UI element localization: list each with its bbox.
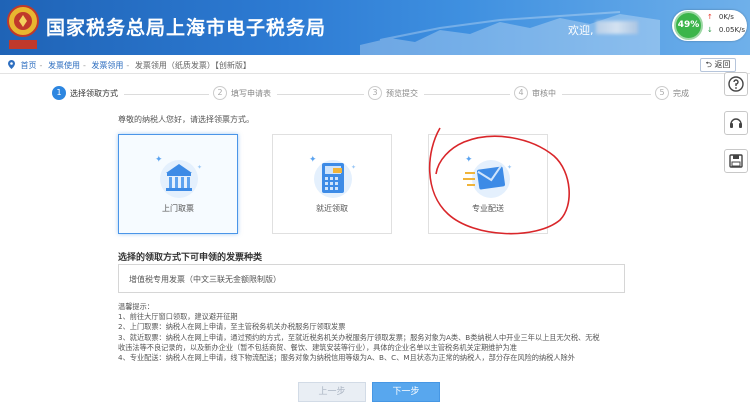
back-button-label: 返回 xyxy=(714,60,731,69)
headset-icon xyxy=(730,118,742,128)
download-speed-value: 0.05K/s xyxy=(718,26,746,34)
step-1: 1 选择领取方式 xyxy=(48,86,124,104)
method-card-nearby[interactable]: ✦ ✦ 就近领取 xyxy=(272,134,392,234)
step-3: 3 预览提交 xyxy=(364,86,424,104)
step-5: 5 完成 xyxy=(651,86,695,104)
save-button[interactable] xyxy=(724,149,748,173)
blurred-username xyxy=(596,21,638,34)
tip-line: 2、上门取票：纳税人在网上申请，至主管税务机关办税服务厅领取发票 xyxy=(118,322,346,332)
invoice-machine-icon: ✦✦ xyxy=(309,155,356,198)
help-button[interactable] xyxy=(724,72,748,96)
breadcrumb-invoice-use[interactable]: 发票使用 xyxy=(48,61,80,70)
progress-steps: 1 选择领取方式 2 填写申请表 3 预览提交 4 审核中 5 完成 xyxy=(0,80,750,106)
step-5-number: 5 xyxy=(655,86,669,100)
tip-line: 收违法等不良记录的，以及新办企业（暂不包括商贸、餐饮、建筑安装等行业），具体的企… xyxy=(118,342,517,352)
location-pin-icon xyxy=(8,60,15,69)
step-2-number: 2 xyxy=(213,86,227,100)
bank-building-icon: ✦✦ xyxy=(155,155,202,198)
breadcrumb-current: 发票领用（纸质发票）【创新版】 xyxy=(134,61,251,70)
tax-bureau-logo xyxy=(7,5,39,49)
breadcrumb: 首页 - 发票使用 - 发票领用 - 发票领用（纸质发票）【创新版】 xyxy=(0,55,750,74)
welcome-text: 欢迎, xyxy=(568,24,594,37)
next-step-button[interactable]: 下一步 xyxy=(372,382,440,402)
mail-delivery-icon: ✦✦ xyxy=(463,155,512,198)
svg-text:✦: ✦ xyxy=(309,155,317,165)
method-card-delivery[interactable]: ✦ ✦ 专业配送 xyxy=(428,134,548,234)
top-header: 国家税务总局上海市电子税务局 欢迎, 49% ↑ 0K/s ↓ 0.05K/s xyxy=(0,0,750,55)
invoice-types-title: 选择的领取方式下可申领的发票种类 xyxy=(118,253,263,263)
tips-section: 温馨提示： 1、前往大厅窗口领取，建议避开征期 2、上门取票：纳税人在网上申请，… xyxy=(118,302,638,363)
step-5-label: 完成 xyxy=(673,89,689,98)
step-1-number: 1 xyxy=(52,86,66,100)
method-label-onsite: 上门取票 xyxy=(162,204,194,213)
breadcrumb-home[interactable]: 首页 xyxy=(21,61,37,70)
step-2: 2 填写申请表 xyxy=(209,86,277,104)
step-4-number: 4 xyxy=(514,86,528,100)
step-4-label: 审核中 xyxy=(532,89,556,98)
question-circle-icon xyxy=(728,76,744,92)
step-3-number: 3 xyxy=(368,86,382,100)
step-4: 4 审核中 xyxy=(510,86,562,104)
step-3-label: 预览提交 xyxy=(386,89,418,98)
customer-service-button[interactable] xyxy=(724,111,748,135)
site-title: 国家税务总局上海市电子税务局 xyxy=(46,17,327,39)
speed-percent: 49% xyxy=(674,11,703,40)
svg-text:✦: ✦ xyxy=(155,155,163,165)
step-1-label: 选择领取方式 xyxy=(70,89,118,98)
tips-title: 温馨提示： xyxy=(118,302,154,311)
download-speed: ↓ 0.05K/s xyxy=(707,26,746,34)
svg-text:✦: ✦ xyxy=(465,155,473,165)
save-disk-icon xyxy=(729,154,743,168)
breadcrumb-invoice-claim[interactable]: 发票领用 xyxy=(91,61,123,70)
tip-line: 4、专业配送：纳税人在网上申请，线下物流配送；服务对象为纳税信用等级为A、B、C… xyxy=(118,353,575,363)
upload-speed-value: 0K/s xyxy=(718,13,734,21)
svg-text:✦: ✦ xyxy=(197,164,202,171)
svg-text:✦: ✦ xyxy=(507,164,512,171)
step-2-label: 填写申请表 xyxy=(231,89,271,98)
method-label-nearby: 就近领取 xyxy=(316,204,348,213)
invoice-type-box: 增值税专用发票（中文三联无金额限制版） xyxy=(118,264,625,293)
prev-step-button[interactable]: 上一步 xyxy=(298,382,366,402)
method-card-onsite[interactable]: ✦ ✦ 上门取票 xyxy=(118,134,238,234)
upload-speed: ↑ 0K/s xyxy=(707,13,734,21)
method-label-delivery: 专业配送 xyxy=(472,204,504,213)
tip-line: 3、就近取票：纳税人在网上申请，通过预约的方式，至就近税务机关办税服务厅领取发票… xyxy=(118,332,600,342)
network-speed-widget[interactable]: 49% ↑ 0K/s ↓ 0.05K/s xyxy=(672,10,747,41)
svg-text:✦: ✦ xyxy=(351,164,356,171)
greeting-text: 尊敬的纳税人您好，请选择领票方式。 xyxy=(118,115,254,124)
back-button[interactable]: ⮌ 返回 xyxy=(700,58,736,72)
tip-line: 1、前往大厅窗口领取，建议避开征期 xyxy=(118,312,238,322)
